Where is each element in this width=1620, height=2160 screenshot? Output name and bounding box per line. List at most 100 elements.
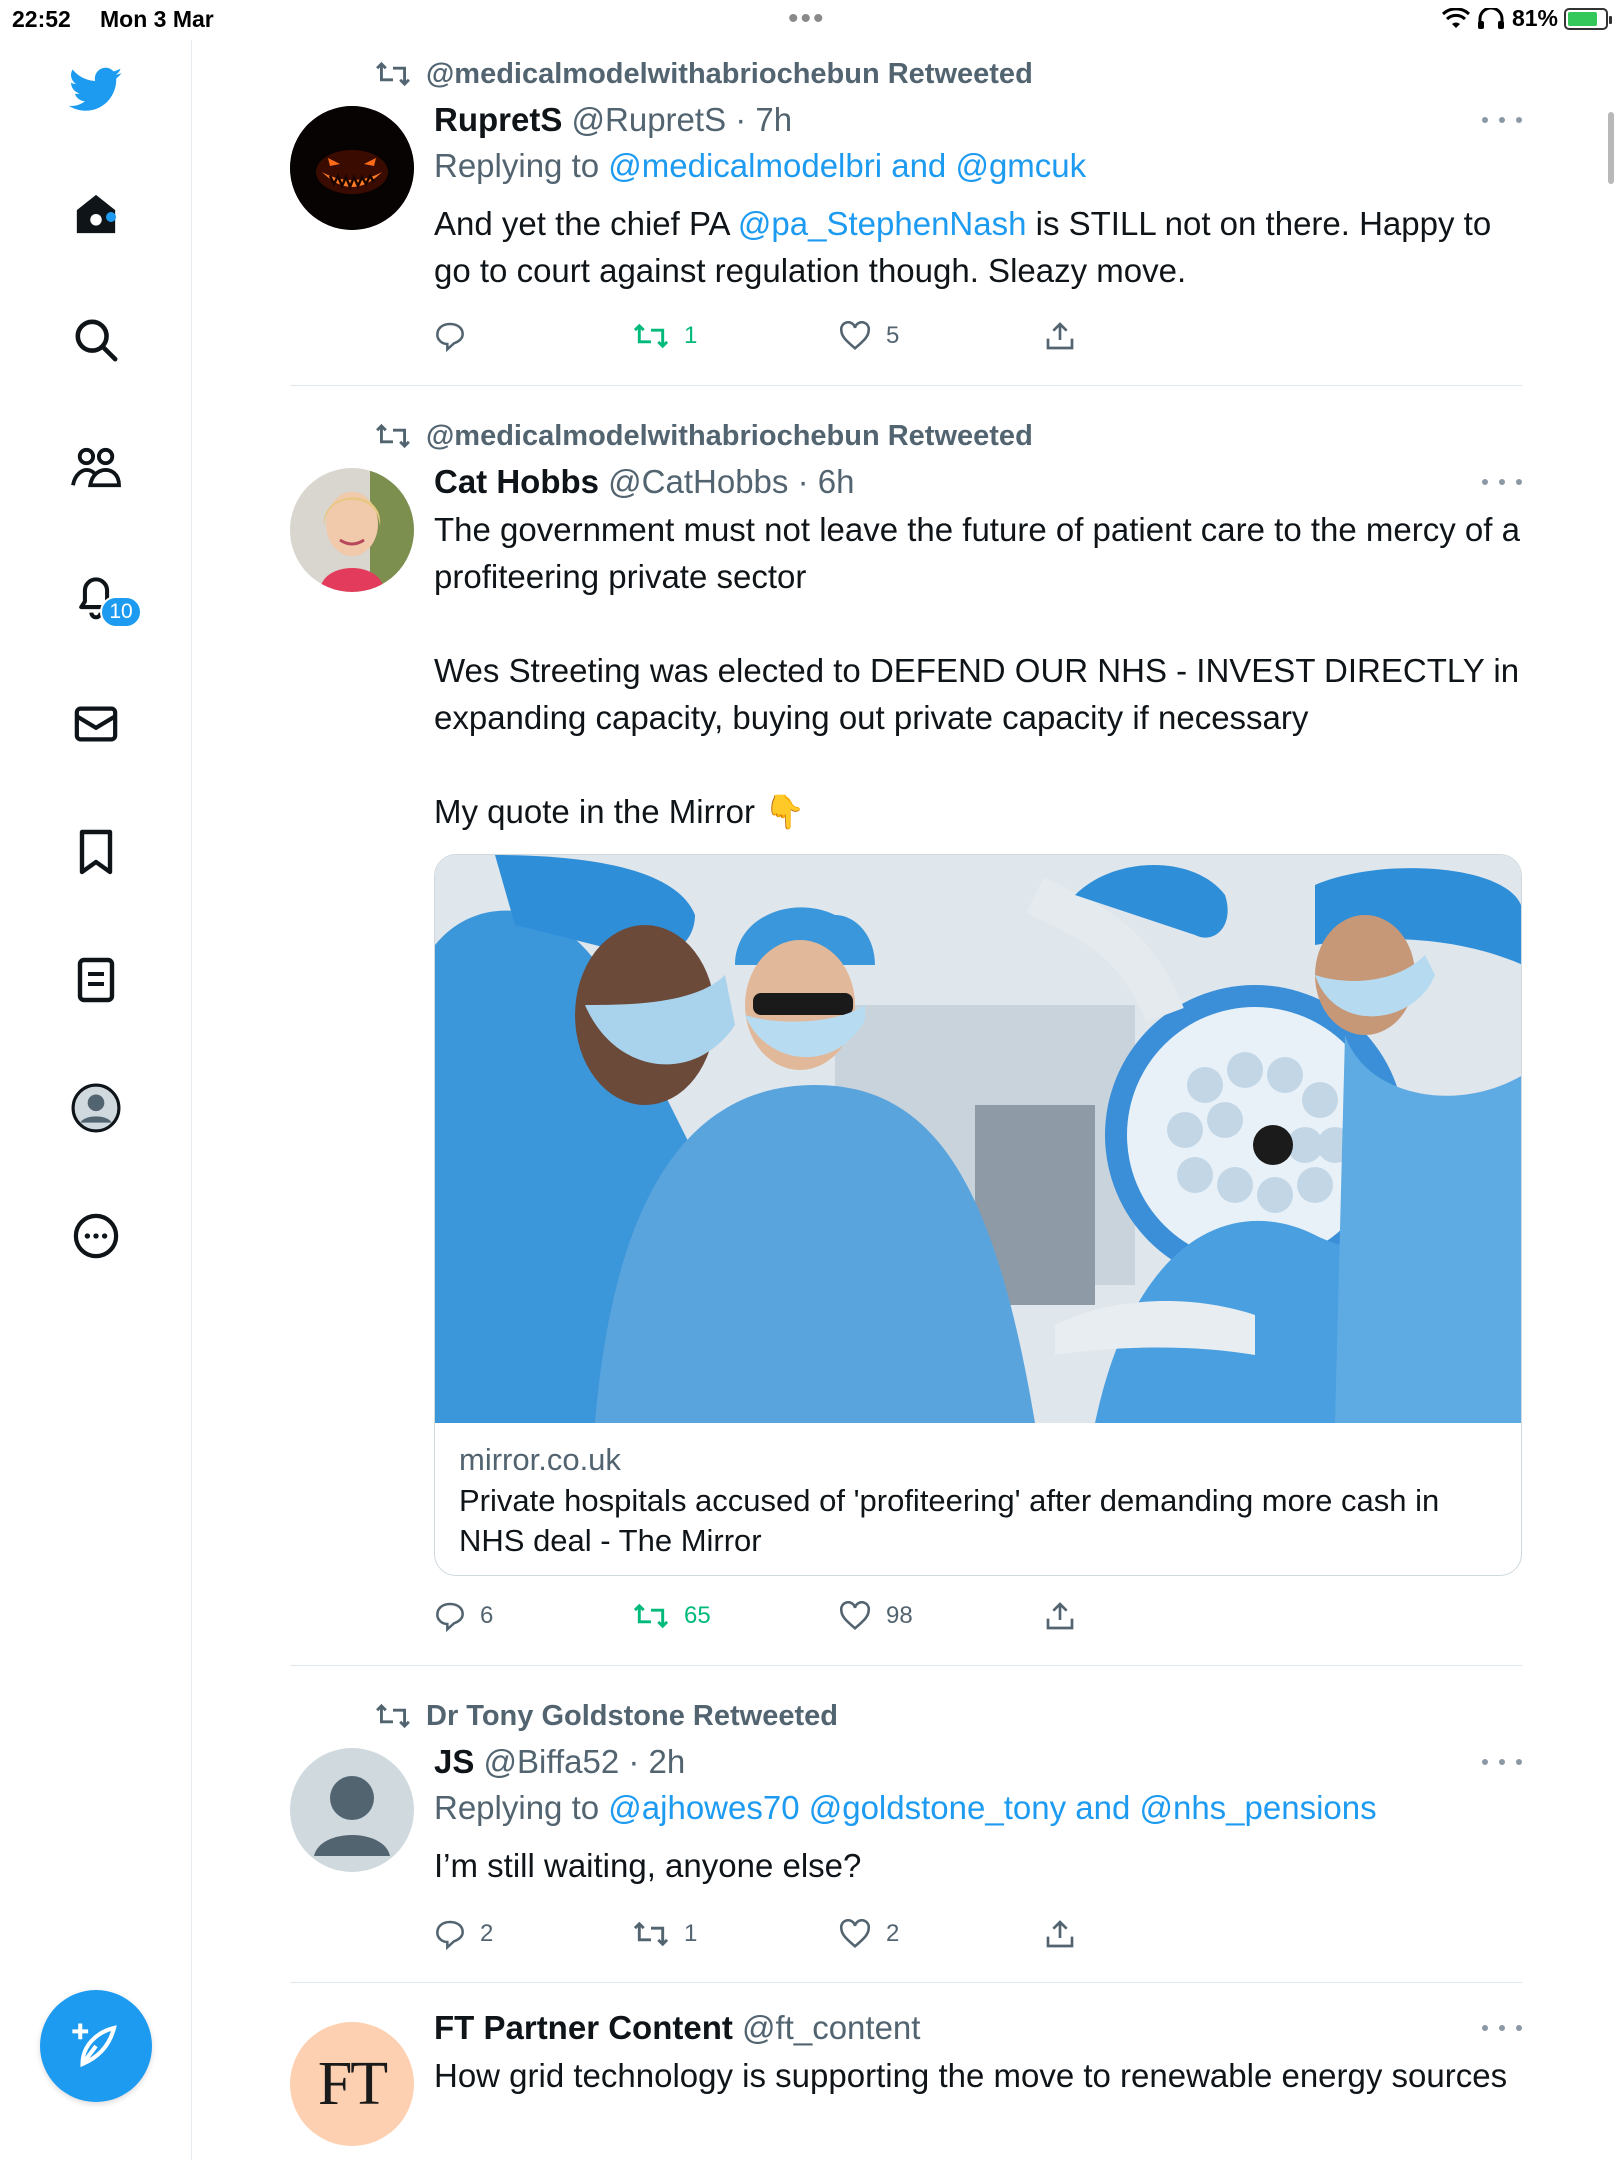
avatar[interactable]: FT [290,2022,414,2146]
replying-to-users[interactable]: @ajhowes70 @goldstone_tony and @nhs_pens… [608,1789,1376,1826]
share-button[interactable] [1044,316,1076,356]
like-count: 5 [886,322,900,349]
retweet-context: Dr Tony Goldstone Retweeted [374,1696,838,1736]
tweet-text: I’m still waiting, anyone else? [434,1847,862,1884]
tweet-text: And yet the chief PA @pa_StephenNash is … [434,200,1522,294]
home-icon[interactable] [66,184,126,244]
reply-button[interactable]: 2 [434,1914,493,1954]
link-card-domain: mirror.co.uk [459,1442,621,1477]
retweet-count: 65 [684,1602,711,1629]
battery-icon [1564,7,1612,30]
scrollbar[interactable] [1608,112,1614,184]
author-handle-time[interactable]: @RupretS · 7h [572,101,793,138]
avatar-text: FT [317,2049,388,2118]
retweet-icon [376,423,410,449]
replying-to: Replying to @medicalmodelbri and @gmcuk [434,142,1522,190]
tweet-header: Cat Hobbs @CatHobbs · 6h [434,460,1522,504]
twitter-bird-icon[interactable] [66,60,126,120]
avatar[interactable] [290,1748,414,1872]
compose-icon [72,2023,117,2068]
compose-button[interactable] [40,1990,152,2102]
replying-to-label: Replying to [434,147,600,184]
retweet-icon [633,1603,669,1629]
author-handle-time[interactable]: @ft_content [742,2009,920,2046]
like-icon [839,1919,871,1948]
tweet[interactable]: FT FT Partner Content @ft_content How gr… [290,2000,1522,2160]
retweeted-by[interactable]: @medicalmodelwithabriochebun Retweeted [426,420,1033,453]
tweet-paragraph: The government must not leave the future… [434,511,1520,595]
more-dots-icon[interactable] [1482,2018,1522,2038]
replying-to-label: Replying to [434,1789,600,1826]
tweet-header: RupretS @RupretS · 7h [434,98,1522,142]
reply-button[interactable]: 6 [434,1596,493,1636]
retweet-button[interactable]: 1 [632,316,697,356]
retweeted-by[interactable]: Dr Tony Goldstone Retweeted [426,1700,838,1733]
link-card-image [435,855,1521,1423]
reply-icon [436,1602,464,1632]
retweet-button[interactable]: 65 [632,1596,711,1636]
headphones-icon [1477,7,1504,29]
replying-to-users[interactable]: @medicalmodelbri and @gmcuk [608,147,1086,184]
link-card-title: Private hospitals accused of 'profiteeri… [459,1483,1440,1558]
tweet[interactable]: Dr Tony Goldstone Retweeted JS @Biffa52 … [290,1692,1522,1982]
status-date: Mon 3 Mar [100,6,214,32]
profile-icon[interactable] [66,1078,126,1138]
like-button[interactable]: 2 [838,1914,899,1954]
tweet-header: FT Partner Content @ft_content [434,2006,1522,2050]
author-name[interactable]: Cat Hobbs [434,463,599,500]
like-button[interactable]: 5 [838,316,899,356]
avatar[interactable] [290,468,414,592]
more-dots-icon[interactable] [1482,1752,1522,1772]
retweeted-by[interactable]: @medicalmodelwithabriochebun Retweeted [426,58,1033,91]
author-handle-time[interactable]: @Biffa52 · 2h [484,1743,686,1780]
mail-icon[interactable] [66,694,126,754]
author-name[interactable]: RupretS [434,101,562,138]
share-icon [1046,1602,1074,1630]
replying-to: Replying to @ajhowes70 @goldstone_tony a… [434,1784,1522,1832]
more-dots-icon[interactable] [1482,110,1522,130]
retweet-context: @medicalmodelwithabriochebun Retweeted [374,54,1033,94]
author-name[interactable]: JS [434,1743,474,1780]
multitask-dots-icon[interactable]: ••• [788,2,826,36]
retweet-icon [633,1921,669,1947]
wifi-icon [1441,7,1470,28]
share-button[interactable] [1044,1914,1076,1954]
author-handle-time[interactable]: @CatHobbs · 6h [608,463,854,500]
status-bar: 22:52 Mon 3 Mar ••• 81% [0,0,1620,40]
like-count: 2 [886,1920,900,1947]
more-dots-icon[interactable] [1482,472,1522,492]
retweet-icon [376,1703,410,1729]
retweet-icon [376,61,410,87]
share-icon [1046,1920,1074,1948]
avatar[interactable] [290,106,414,230]
like-button[interactable]: 98 [838,1596,913,1636]
battery-percent: 81% [1511,5,1558,31]
tweet-actions: 2 1 2 [434,1914,1134,1954]
tweet-paragraph: Wes Streeting was elected to DEFEND OUR … [434,652,1520,736]
reply-button[interactable] [434,316,480,356]
divider [290,385,1522,386]
bookmark-icon[interactable] [66,822,126,882]
author-name[interactable]: FT Partner Content [434,2009,733,2046]
retweet-count: 1 [684,322,698,349]
tweet-actions: 6 65 98 [434,1596,1134,1636]
tweet-header: JS @Biffa52 · 2h [434,1740,1522,1784]
tweet-text: The government must not leave the future… [434,506,1522,835]
tweet[interactable]: @medicalmodelwithabriochebun Retweeted R… [290,50,1522,385]
like-icon [839,1601,871,1630]
share-button[interactable] [1044,1596,1076,1636]
retweet-context: @medicalmodelwithabriochebun Retweeted [374,416,1033,456]
link-card[interactable]: mirror.co.uk Private hospitals accused o… [434,854,1522,1576]
tweet-text: How grid technology is supporting the mo… [434,2057,1508,2094]
more-circle-icon[interactable] [66,1206,126,1266]
reply-count: 2 [480,1920,494,1947]
retweet-button[interactable]: 1 [632,1914,697,1954]
sidebar-nav: 10 [0,40,192,2160]
tweet[interactable]: @medicalmodelwithabriochebun Retweeted C… [290,412,1522,1642]
status-time: 22:52 [12,6,71,32]
communities-icon[interactable] [66,438,126,498]
mention-link[interactable]: @pa_StephenNash [738,205,1027,242]
search-icon[interactable] [66,310,126,370]
divider [290,1665,1522,1666]
lists-icon[interactable] [66,950,126,1010]
